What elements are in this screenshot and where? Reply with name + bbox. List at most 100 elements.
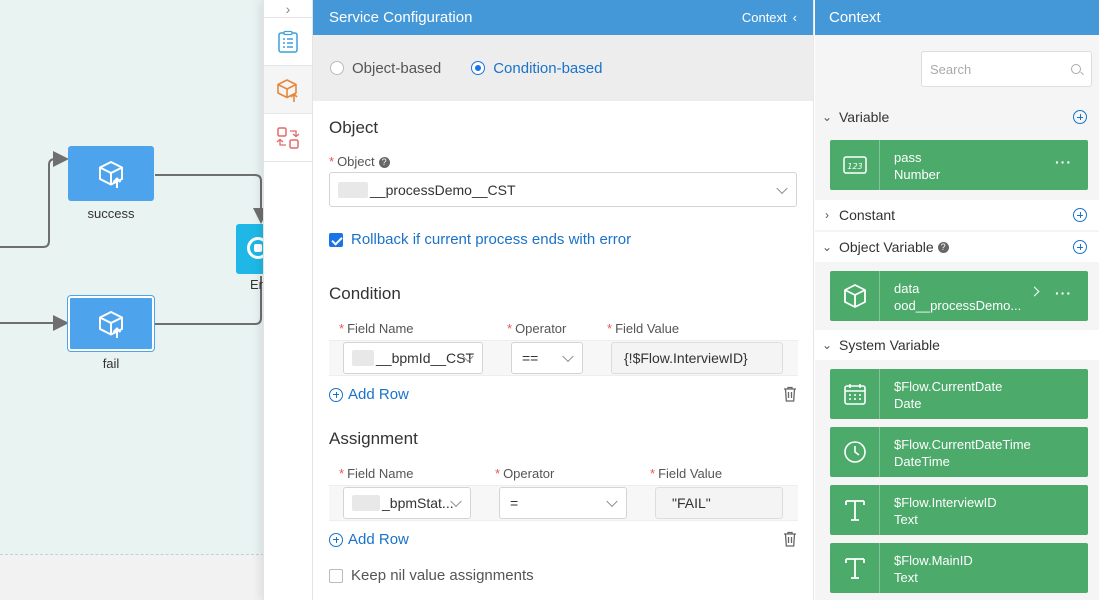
header-operator: * Operator xyxy=(495,466,555,481)
assignment-operator-select[interactable]: = xyxy=(499,487,627,519)
search-area: Search xyxy=(815,35,1099,101)
add-constant-icon[interactable] xyxy=(1073,208,1087,222)
group-constant[interactable]: › Constant xyxy=(815,200,1099,230)
variable-name: $Flow.CurrentDate xyxy=(894,379,1003,394)
variable-name: pass xyxy=(894,150,922,165)
system-variable-card[interactable]: $Flow.CurrentDateTime DateTime xyxy=(830,427,1088,477)
chevron-right-icon: › xyxy=(825,208,829,222)
context-toggle-button[interactable]: Context ‹ xyxy=(742,10,797,25)
add-object-variable-icon[interactable] xyxy=(1073,240,1087,254)
rollback-checkbox[interactable] xyxy=(329,232,343,247)
chevron-down-icon xyxy=(776,182,788,194)
context-panel: Context Search ⌄ Variable 123 pass Numbe… xyxy=(815,0,1099,600)
object-variable-card[interactable]: data ood__processDemo... ··· xyxy=(830,271,1088,321)
variable-name: $Flow.CurrentDateTime xyxy=(894,437,1031,452)
condition-operator-value: == xyxy=(522,350,539,366)
help-icon[interactable]: ? xyxy=(937,241,949,253)
variable-name: data xyxy=(894,281,920,296)
more-icon[interactable]: ··· xyxy=(1055,285,1072,301)
chevron-right-icon: › xyxy=(285,0,291,17)
add-row-label: Add Row xyxy=(348,386,409,403)
tool-swap[interactable] xyxy=(264,114,312,162)
tool-update-record[interactable] xyxy=(264,66,312,114)
variable-name: $Flow.InterviewID xyxy=(894,495,997,510)
calendar-icon xyxy=(830,369,880,419)
condition-value-input[interactable]: {!$Flow.InterviewID} xyxy=(611,342,783,374)
assignment-value-input[interactable]: "FAIL" xyxy=(655,487,783,519)
mode-selector: Object-based Condition-based xyxy=(313,35,813,101)
svg-text:123: 123 xyxy=(847,162,862,171)
group-object-variable[interactable]: ⌄ Object Variable? xyxy=(815,232,1099,262)
rollback-checkbox-row[interactable]: Rollback if current process ends with er… xyxy=(329,231,631,248)
object-select-value: __processDemo__CST xyxy=(370,181,516,198)
plus-circle-icon xyxy=(329,532,343,547)
variable-type: DateTime xyxy=(894,454,950,469)
condition-add-row-button[interactable]: Add Row xyxy=(329,386,409,403)
more-icon[interactable]: ··· xyxy=(1055,154,1072,170)
panel-title: Context xyxy=(829,9,881,26)
cube-icon xyxy=(830,271,880,321)
condition-field-select[interactable]: __bpmId__CST xyxy=(343,342,483,374)
flow-node-fail[interactable] xyxy=(68,296,154,351)
group-label: Variable xyxy=(839,109,890,125)
keep-nil-checkbox[interactable] xyxy=(329,568,343,583)
object-select[interactable]: __processDemo__CST xyxy=(329,172,797,207)
tool-checklist[interactable] xyxy=(264,18,312,66)
search-input[interactable]: Search xyxy=(921,51,1092,87)
group-label: System Variable xyxy=(839,337,940,353)
variable-type: Date xyxy=(894,396,922,411)
cube-upload-icon xyxy=(99,160,123,188)
flow-node-label: success xyxy=(87,206,135,221)
help-icon[interactable]: ? xyxy=(378,157,390,168)
header-field-value: * Field Value xyxy=(650,466,723,481)
radio-label: Object-based xyxy=(352,59,442,77)
clock-icon xyxy=(830,427,880,477)
checklist-icon xyxy=(278,30,298,53)
assignment-add-row-button[interactable]: Add Row xyxy=(329,531,409,548)
chevron-down-icon xyxy=(562,350,574,363)
trash-icon[interactable] xyxy=(783,386,797,402)
system-variable-card[interactable]: $Flow.InterviewID Text xyxy=(830,485,1088,535)
condition-field-value: __bpmId__CST xyxy=(376,350,475,366)
service-configuration-panel: Service Configuration Context ‹ Object-b… xyxy=(313,0,814,600)
group-system-variable[interactable]: ⌄ System Variable xyxy=(815,330,1099,360)
section-title-assignment: Assignment xyxy=(329,429,418,448)
radio-object-based[interactable]: Object-based xyxy=(330,60,441,77)
chevron-right-icon[interactable] xyxy=(1029,286,1040,297)
radio-dot xyxy=(330,61,344,75)
trash-icon[interactable] xyxy=(783,531,797,547)
collapse-toolstrip-button[interactable]: › xyxy=(264,0,312,18)
number-123-icon: 123 xyxy=(830,140,880,190)
radio-condition-based[interactable]: Condition-based xyxy=(471,60,602,77)
flow-node-end[interactable] xyxy=(236,224,264,274)
variable-type: ood__processDemo... xyxy=(894,298,1022,313)
system-variable-card[interactable]: $Flow.MainID Text xyxy=(830,543,1088,593)
cube-upload-icon xyxy=(277,78,298,102)
radio-label: Condition-based xyxy=(493,59,603,77)
section-title-object: Object xyxy=(329,118,379,137)
chevron-left-icon: ‹ xyxy=(792,10,797,25)
assignment-field-select[interactable]: _bpmStat... xyxy=(343,487,471,519)
flow-canvas[interactable]: success fail Er xyxy=(0,0,264,600)
add-variable-icon[interactable] xyxy=(1073,110,1087,124)
canvas-bottom-area xyxy=(0,554,264,600)
redacted-prefix xyxy=(338,181,368,198)
radio-dot xyxy=(471,61,486,75)
condition-operator-select[interactable]: == xyxy=(511,342,583,374)
redacted-prefix xyxy=(352,495,380,511)
system-variable-card[interactable]: $Flow.CurrentDate Date xyxy=(830,369,1088,419)
keep-nil-checkbox-row[interactable]: Keep nil value assignments xyxy=(329,567,534,584)
chevron-down-icon: ⌄ xyxy=(821,338,833,352)
panel-title: Service Configuration xyxy=(329,9,473,26)
config-header: Service Configuration Context ‹ xyxy=(313,0,813,35)
group-label: Constant xyxy=(839,207,896,223)
group-variable[interactable]: ⌄ Variable xyxy=(815,102,1099,132)
header-field-value: * Field Value xyxy=(607,321,680,336)
variable-type: Text xyxy=(894,570,918,585)
cube-upload-icon xyxy=(99,310,123,338)
variable-type: Number xyxy=(894,167,941,182)
redacted-prefix xyxy=(352,350,374,366)
flow-node-success[interactable] xyxy=(68,146,154,201)
text-T-icon xyxy=(830,485,880,535)
variable-card[interactable]: 123 pass Number ··· xyxy=(830,140,1088,190)
